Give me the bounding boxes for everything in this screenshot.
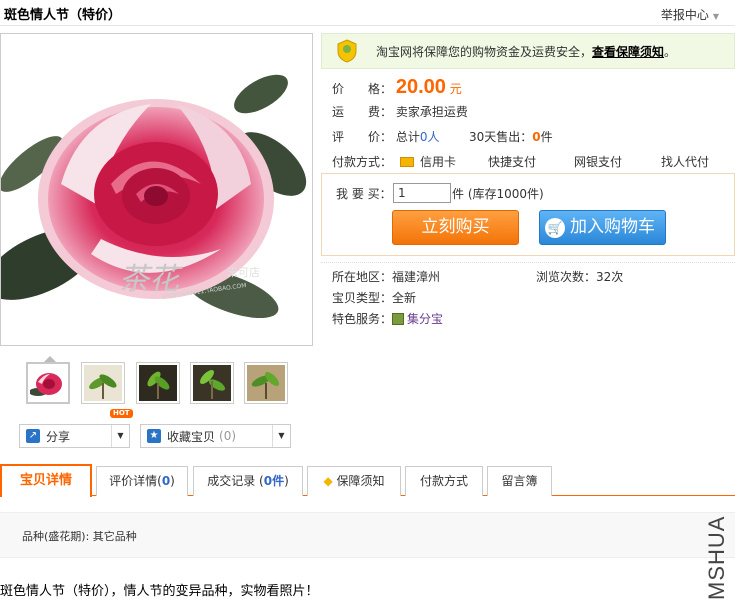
shipping-row: 运 费： 卖家承担运费 [332,103,468,120]
side-watermark: MSHUA [704,516,729,600]
tab-guarantee[interactable]: ◆ 保障须知 [307,466,401,496]
rating-count-link[interactable]: 0人 [420,130,440,144]
info-divider [321,262,735,263]
service-link[interactable]: 集分宝 [407,312,443,326]
tab-records-prefix: 成交记录 ( [207,474,264,488]
shipping-value: 卖家承担运费 [395,105,468,119]
sold-label: 30天售出： [469,130,533,144]
rating-label: 评 价： [332,130,393,144]
payment-label: 付款方式： [332,155,393,169]
service-label: 特色服务： [332,312,393,326]
payment-method-credit-label: 信用卡 [420,155,457,169]
service-row: 特色服务： 集分宝 [332,310,443,327]
price-value: 20.00 [395,76,446,98]
report-center-link[interactable]: 举报中心 ▼ [661,6,719,23]
thumbnail-5[interactable] [244,362,288,404]
guarantee-end: 。 [664,44,677,59]
tab-records-count: 0件 [263,474,285,488]
tab-reviews-suffix: ) [170,474,175,488]
stock-text: 件 (库存1000件) [452,187,544,201]
product-description: 斑色情人节（特价），情人节的变异品种，实物看照片！ [0,584,319,599]
quantity-label: 我 要 买： [336,187,392,201]
price-label: 价 格： [332,82,393,96]
detail-tabs: 宝贝详情 评价详情(0) 成交记录 (0件) ◆ 保障须知 付款方式 留言簿 [0,464,735,497]
chevron-down-icon[interactable]: ▼ [272,425,290,447]
sold-row: 30天售出：0件 [469,128,553,145]
favorite-dropdown[interactable]: ★ 收藏宝贝 (0) ▼ [140,424,291,448]
sold-value: 0 [532,130,541,144]
tab-details[interactable]: 宝贝详情 [0,464,92,497]
report-center-label: 举报中心 [660,8,709,22]
watermark-text: 茶花 [119,262,179,297]
guarantee-banner: 淘宝网将保障您的购物资金及运费安全，查看保障须知。 [321,33,735,69]
thumbnail-3[interactable] [136,362,180,404]
buy-now-button[interactable]: 立刻购买 [392,210,519,245]
share-dropdown[interactable]: ↗ 分享 ▼ [19,424,130,448]
shipping-label: 运 费： [332,105,393,119]
tab-records-suffix: ) [284,474,289,488]
tab-payment[interactable]: 付款方式 [405,466,483,496]
location-label: 所在地区： [332,270,393,284]
payment-method-proxy[interactable]: 找人代付 [661,153,709,170]
favorite-count: (0) [219,429,237,443]
seedling-thumb [247,365,285,401]
views-value: 32次 [596,270,624,284]
share-label: 分享 [46,429,71,444]
views-row: 浏览次数：32次 [536,268,623,285]
price-row: 价 格： 20.00 元 [332,76,462,99]
page-title: 斑色情人节（特价） [4,8,122,23]
payment-method-quick[interactable]: 快捷支付 [488,153,536,170]
seedling-thumb [139,365,177,401]
location-row: 所在地区：福建漳州 [332,268,440,285]
payment-method-netbank[interactable]: 网银支付 [574,153,622,170]
add-to-cart-button[interactable]: 🛒 加入购物车 [539,210,666,245]
tab-guestbook[interactable]: 留言簿 [487,466,552,496]
tab-guarantee-label: 保障须知 [336,474,385,488]
favorite-icon: ★ [147,429,161,443]
rating-prefix: 总计 [395,130,420,144]
favorite-label: 收藏宝贝 [167,429,216,444]
chevron-down-icon[interactable]: ▼ [111,425,129,447]
share-icon: ↗ [26,429,40,443]
views-label: 浏览次数： [536,270,597,284]
type-value: 全新 [392,291,417,305]
guarantee-shield-icon: ◆ [323,474,333,488]
credit-card-icon [400,157,414,167]
side-watermark-text: MSHUA [704,516,729,600]
guarantee-shield-icon [337,39,357,63]
thumbnail-2[interactable] [81,362,125,404]
add-to-cart-label: 加入购物车 [570,217,655,237]
header-divider [0,25,735,26]
camellia-photo [1,34,312,345]
cart-icon: 🛒 [545,218,565,238]
tab-reviews[interactable]: 评价详情(0) [96,466,188,496]
hot-badge: HOT [110,409,133,418]
chevron-down-icon: ▼ [712,12,719,21]
thumbnail-1[interactable] [26,362,70,404]
watermark-suffix: 米可店 [227,266,260,279]
jifenbao-icon [392,313,405,325]
seedling-thumb [84,365,122,401]
camellia-thumb [29,366,68,402]
tab-reviews-prefix: 评价详情( [109,474,162,488]
thumbnail-4[interactable] [190,362,234,404]
main-product-image[interactable]: 茶花 米可店 SHOP3449911.TAOBAO.COM [0,33,313,346]
sold-unit: 件 [540,130,553,144]
tab-records[interactable]: 成交记录 (0件) [193,466,303,496]
type-label: 宝贝类型： [332,291,393,305]
price-unit: 元 [449,82,462,96]
payment-method-credit[interactable]: 信用卡 [400,153,456,170]
quantity-input[interactable] [393,183,451,203]
attribute-variety: 品种(盛花期): 其它品种 [22,530,137,543]
seedling-thumb [193,365,231,401]
guarantee-link[interactable]: 查看保障须知 [592,45,664,59]
guarantee-text: 淘宝网将保障您的购物资金及运费安全，查看保障须知。 [376,43,676,60]
tab-reviews-count: 0 [161,474,171,488]
location-value: 福建漳州 [392,270,441,284]
guarantee-message: 淘宝网将保障您的购物资金及运费安全， [376,44,593,59]
type-row: 宝贝类型：全新 [332,289,416,306]
rating-row: 评 价： 总计0人 [332,128,440,145]
